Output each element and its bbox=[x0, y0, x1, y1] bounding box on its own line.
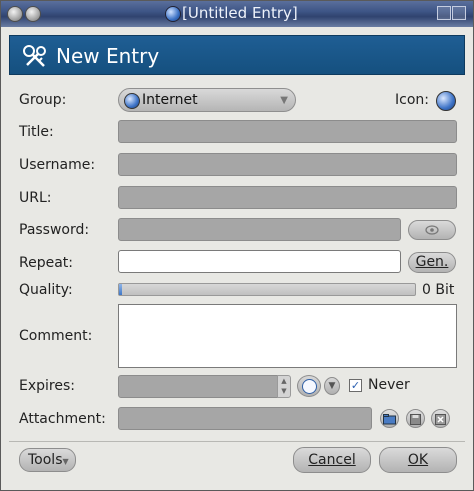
ok-button[interactable]: OK bbox=[379, 447, 457, 473]
tools-button-label: Tools bbox=[28, 452, 63, 468]
comment-textarea[interactable] bbox=[118, 304, 457, 368]
title-bar[interactable]: [Untitled Entry] bbox=[1, 1, 473, 27]
cancel-button[interactable]: Cancel bbox=[293, 447, 371, 473]
comment-label: Comment: bbox=[19, 328, 93, 344]
password-field[interactable] bbox=[118, 218, 401, 241]
tools-button[interactable]: Tools▼ bbox=[19, 448, 76, 472]
never-expires-label: Never bbox=[368, 377, 410, 393]
title-field[interactable] bbox=[118, 120, 457, 143]
save-icon bbox=[410, 414, 421, 425]
title-label: Title: bbox=[19, 124, 54, 140]
attachment-field[interactable] bbox=[118, 407, 372, 430]
chevron-down-icon: ▼ bbox=[280, 95, 288, 106]
window-title: [Untitled Entry] bbox=[182, 4, 298, 22]
eye-icon bbox=[425, 225, 439, 235]
repeat-label: Repeat: bbox=[19, 255, 73, 271]
clock-icon bbox=[302, 379, 317, 394]
expires-label: Expires: bbox=[19, 378, 75, 394]
window-maximize-icon[interactable] bbox=[452, 6, 466, 20]
toggle-password-visibility-button[interactable] bbox=[408, 220, 456, 240]
attachment-label: Attachment: bbox=[19, 411, 106, 427]
footer-divider bbox=[9, 441, 465, 442]
window-close-icon[interactable] bbox=[7, 6, 23, 22]
quality-value: 0 Bit bbox=[422, 282, 455, 298]
expires-date-field[interactable] bbox=[118, 375, 278, 398]
quality-progress-bar bbox=[118, 283, 416, 296]
icon-picker-button[interactable] bbox=[436, 91, 456, 111]
keys-icon bbox=[23, 45, 46, 67]
folder-icon bbox=[383, 414, 396, 425]
window-shade-icon[interactable] bbox=[437, 6, 451, 20]
new-entry-window: [Untitled Entry] New Entry Group: Intern… bbox=[0, 0, 474, 491]
expires-preset-dropdown[interactable]: ▼ bbox=[324, 377, 340, 395]
open-attachment-button[interactable] bbox=[380, 409, 399, 428]
save-attachment-button[interactable] bbox=[406, 409, 425, 428]
quality-label: Quality: bbox=[19, 282, 73, 298]
globe-icon bbox=[124, 93, 140, 109]
delete-icon bbox=[435, 414, 446, 425]
never-expires-checkbox[interactable]: ✓ bbox=[349, 379, 362, 392]
icon-label: Icon: bbox=[395, 92, 429, 108]
dialog-header: New Entry bbox=[9, 35, 465, 75]
window-minimize-icon[interactable] bbox=[25, 6, 41, 22]
window-controls bbox=[437, 6, 466, 20]
username-label: Username: bbox=[19, 157, 96, 173]
repeat-password-field[interactable] bbox=[118, 250, 401, 273]
password-label: Password: bbox=[19, 222, 90, 238]
url-label: URL: bbox=[19, 190, 52, 206]
chevron-down-icon: ▼ bbox=[62, 457, 69, 466]
generate-password-button[interactable]: Gen. bbox=[408, 252, 456, 273]
username-field[interactable] bbox=[118, 153, 457, 176]
expires-preset-button[interactable] bbox=[297, 375, 321, 397]
group-select[interactable]: Internet ▼ bbox=[118, 88, 296, 112]
url-field[interactable] bbox=[118, 186, 457, 209]
expires-spin-button[interactable]: ▲ ▼ bbox=[277, 375, 291, 398]
group-label: Group: bbox=[19, 92, 67, 108]
app-globe-icon bbox=[165, 6, 181, 22]
group-select-value: Internet bbox=[142, 92, 198, 108]
quality-progress-fill bbox=[119, 284, 122, 295]
dialog-title: New Entry bbox=[56, 44, 160, 68]
delete-attachment-button[interactable] bbox=[431, 409, 450, 428]
